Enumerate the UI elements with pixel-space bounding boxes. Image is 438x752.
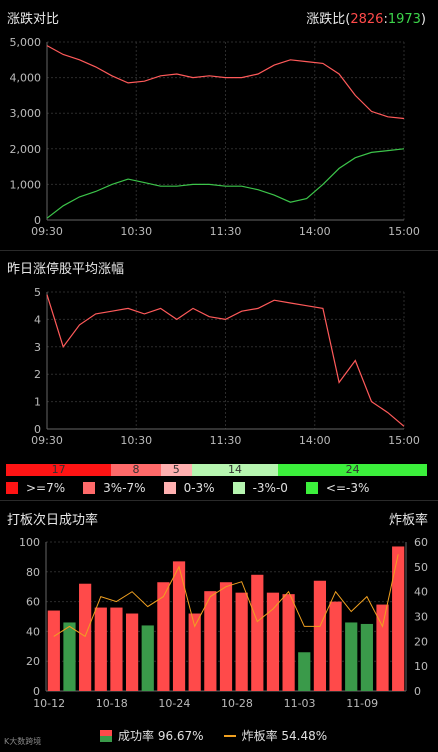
y-tick-label: 80 <box>26 566 40 579</box>
x-tick-label: 10-12 <box>33 697 65 710</box>
y2-tick-label: 20 <box>414 635 428 648</box>
y-tick-label: 3 <box>34 341 41 354</box>
burst-legend-label: 炸板率 54.48% <box>241 729 328 743</box>
divider <box>0 250 438 251</box>
success-bar <box>141 625 154 691</box>
x-tick-label: 15:00 <box>388 225 420 238</box>
panel2-title: 昨日涨停股平均涨幅 <box>7 262 125 277</box>
success-bar <box>172 561 186 691</box>
panel1-title: 涨跌对比 <box>7 12 60 27</box>
success-bar <box>392 546 405 691</box>
y-tick-label: 1 <box>34 396 41 409</box>
distribution-segment: 8 <box>111 464 161 476</box>
y-tick-label: 2 <box>34 368 41 381</box>
burst-legend-icon <box>223 734 236 737</box>
success-bar <box>219 582 233 691</box>
y-tick-label: 3,000 <box>10 107 42 120</box>
success-bar <box>329 601 342 691</box>
legend-item: >=7% <box>6 481 65 495</box>
success-bar <box>345 622 358 691</box>
success-bar <box>251 574 264 691</box>
distribution-segment: 5 <box>160 464 192 476</box>
legend-item: 0-3% <box>163 481 215 495</box>
success-legend-label: 成功率 96.67% <box>118 729 204 743</box>
legend-item: -3%-0 <box>232 481 288 495</box>
success-bar <box>266 592 280 691</box>
x-tick-label: 11:30 <box>210 225 242 238</box>
legend-label: -3%-0 <box>252 481 288 495</box>
legend-item: 3%-7% <box>83 481 146 495</box>
y2-tick-label: 50 <box>414 561 428 574</box>
success-bar <box>204 591 217 691</box>
y2-tick-label: 10 <box>414 660 428 673</box>
x-tick-label: 10-24 <box>158 697 190 710</box>
y-tick-label: 20 <box>26 655 40 668</box>
x-tick-label: 11-09 <box>346 697 378 710</box>
y-tick-label: 4 <box>34 313 41 326</box>
distribution-segment: 17 <box>6 464 112 476</box>
success-bar <box>125 613 139 691</box>
distribution-legend: >=7% 3%-7% 0-3% -3%-0 <=-3% <box>6 481 426 495</box>
x-tick-label: 09:30 <box>31 225 63 238</box>
x-tick-label: 14:00 <box>299 225 331 238</box>
x-tick-label: 11:30 <box>210 434 242 447</box>
x-tick-label: 10:30 <box>120 225 152 238</box>
distribution-bar: 17 8 5 14 24 <box>6 464 427 476</box>
panel3-right-title: 炸板率 <box>388 513 428 528</box>
y-tick-label: 40 <box>26 625 40 638</box>
legend-label: <=-3% <box>325 481 370 495</box>
divider <box>0 500 438 501</box>
y-tick-label: 4,000 <box>10 72 42 85</box>
legend-label: >=7% <box>26 481 66 495</box>
y-tick-label: 5,000 <box>10 36 42 49</box>
success-bar <box>110 607 123 691</box>
legend-label: 0-3% <box>183 481 215 495</box>
success-bar <box>282 594 295 691</box>
success-bar <box>94 607 107 691</box>
x-tick-label: 09:30 <box>31 434 63 447</box>
down-count: 1973 <box>387 12 421 27</box>
y2-tick-label: 30 <box>414 611 428 624</box>
up-count: 2826 <box>350 12 384 27</box>
legend-swatch <box>305 482 318 494</box>
success-bar <box>79 583 92 691</box>
y-tick-label: 2,000 <box>10 143 42 156</box>
legend-item: <=-3% <box>305 481 370 495</box>
legend-label: 3%-7% <box>103 481 146 495</box>
success-bar <box>235 592 248 691</box>
success-bar <box>313 580 327 691</box>
up-down-ratio: 涨跌比(2826:1973) <box>306 12 426 27</box>
y-tick-label: 5 <box>34 286 41 299</box>
success-bar <box>63 622 76 691</box>
distribution-segment: 14 <box>191 464 279 476</box>
success-bar <box>360 623 373 691</box>
y-tick-label: 60 <box>26 596 40 609</box>
watermark: K大数跨境 <box>4 737 42 746</box>
y-tick-label: 1,000 <box>10 178 42 191</box>
panel3-title: 打板次日成功率 <box>7 513 99 528</box>
limit-up-avg-chart: 01234509:30 10:30 11:30 14:00 15:00 <box>31 286 420 447</box>
success-bar <box>298 652 311 691</box>
y2-tick-label: 40 <box>414 586 428 599</box>
success-rate-chart: 020406080100010203040506010-12 10-18 10-24… <box>19 536 428 710</box>
legend-swatch <box>232 482 245 494</box>
legend-swatch <box>83 482 96 494</box>
legend-swatch <box>6 482 18 494</box>
success-legend-icon <box>100 729 112 742</box>
bottom-legend: 成功率 96.67% 炸板率 54.48% <box>100 727 327 744</box>
legend-swatch <box>163 482 176 494</box>
y2-tick-label: 0 <box>414 685 421 698</box>
x-tick-label: 15:00 <box>388 434 420 447</box>
x-tick-label: 10-28 <box>221 697 253 710</box>
x-tick-label: 10-18 <box>96 697 128 710</box>
x-tick-label: 10:30 <box>120 434 152 447</box>
y-tick-label: 100 <box>19 536 40 549</box>
success-bar <box>47 610 60 691</box>
up-down-chart: 01,0002,0003,0004,0005,00009:30 10:30 11:3… <box>10 36 420 238</box>
distribution-segment: 24 <box>278 464 427 476</box>
x-tick-label: 14:00 <box>299 434 331 447</box>
y2-tick-label: 60 <box>414 536 428 549</box>
x-tick-label: 11-03 <box>284 697 316 710</box>
success-bar <box>157 582 170 691</box>
